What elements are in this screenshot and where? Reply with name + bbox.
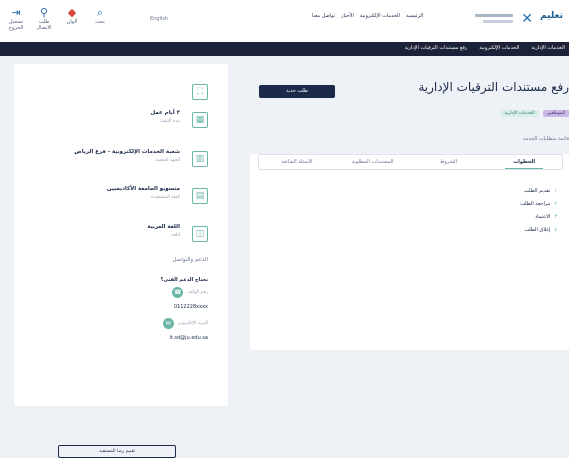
phone-row: رقم الهاتف ☎	[172, 287, 208, 298]
main-content: رفع مستندات الترقيات الإدارية طلب جديد ا…	[240, 64, 569, 406]
user-icon: ⚲	[39, 6, 49, 19]
qr-icon: ⛶	[192, 84, 208, 100]
breadcrumb-nav: الخدمات الإدارية الخدمات الإلكترونية رفع…	[0, 42, 569, 56]
logo-wordmark	[475, 14, 513, 17]
search-icon: ⌕	[96, 6, 104, 19]
steps-list: ١ تقديم الطلب ٢ مراجعة الطلب ٣ الاعتماد ٤ إغ…	[520, 188, 557, 240]
contact-heading: تحتاج الدعم الفني؟	[160, 277, 209, 283]
tab-faq[interactable]: الأسئلة الشائعة	[259, 155, 335, 169]
language-icon: ◫	[192, 226, 208, 242]
top-link-news[interactable]: الأخبار	[341, 13, 354, 19]
top-link-home[interactable]: الرئيسية	[406, 13, 423, 19]
contact-button[interactable]: ⚲ طلب الاتصال	[32, 6, 56, 31]
users-icon: ▤	[192, 188, 208, 204]
rate-service-button[interactable]: تقييم رضا المستفيد	[58, 445, 176, 458]
service-info-sidebar: ⛶ ▦ ٣ أيام عمل مدة التنفيذ ▥ شعبة الخدما…	[14, 64, 228, 458]
logo-text: تعليم	[540, 11, 563, 21]
badge-employees: الموظفين	[542, 110, 569, 117]
sidebar-item-duration: ▦ ٣ أيام عمل مدة التنفيذ	[38, 110, 208, 130]
category-badges: الموظفين الخدمات الإدارية	[500, 110, 569, 117]
list-item: ٣ الاعتماد	[534, 214, 557, 220]
search-button[interactable]: ⌕ بحث	[88, 6, 112, 31]
building-icon: ▥	[192, 151, 208, 167]
support-contact: تحتاج الدعم الفني؟ رقم الهاتف ☎ 0112228x…	[38, 277, 209, 341]
top-header: ⇥ تسجيل الخروج ⚲ طلب الاتصال ◆ ألوان ⌕ ب…	[0, 0, 569, 43]
list-item: ١ تقديم الطلب	[523, 188, 557, 194]
tab-conditions[interactable]: الشروط	[411, 155, 487, 169]
logout-button[interactable]: ⇥ تسجيل الخروج	[4, 6, 28, 31]
sidebar-item-department: ▥ شعبة الخدمات الإلكترونية - فرع الرياض …	[38, 149, 208, 169]
support-heading: الدعم والتواصل	[172, 257, 208, 263]
tab-steps[interactable]: الخطوات	[486, 155, 562, 169]
list-item: ٤ إغلاق الطلب	[524, 227, 557, 233]
sidebar-item-audience: ▤ منسوبو الجامعة الأكاديميين الفئة المست…	[38, 186, 208, 206]
brand-logo[interactable]: تعليم ✕	[445, 6, 563, 34]
service-details-card: الخطوات الشروط المستندات المطلوبة الأسئل…	[250, 154, 569, 350]
new-request-button[interactable]: طلب جديد	[259, 85, 335, 98]
top-links: الرئيسية الخدمات الإلكترونية الأخبار توا…	[312, 13, 423, 19]
language-switch[interactable]: English	[150, 16, 168, 22]
colors-button[interactable]: ◆ ألوان	[60, 6, 84, 31]
header-tools: ⇥ تسجيل الخروج ⚲ طلب الاتصال ◆ ألوان ⌕ ب…	[4, 6, 112, 31]
palette-icon: ◆	[67, 6, 77, 19]
calendar-icon: ▦	[192, 112, 208, 128]
nav-item-current[interactable]: رفع مستندات الترقيات الإدارية	[405, 45, 468, 51]
sidebar-item-language: ◫ اللغة العربية اللغة	[38, 224, 208, 244]
badge-admin-services: الخدمات الإدارية	[500, 110, 539, 117]
nav-item-eservices[interactable]: الخدمات الإلكترونية	[479, 45, 519, 51]
requirements-notice: قائمة متطلبات الخدمة	[523, 136, 569, 142]
logo-wordmark-sub	[483, 20, 513, 23]
email-address[interactable]: it.sd@ju.edu.sa	[38, 335, 208, 341]
tab-documents[interactable]: المستندات المطلوبة	[335, 155, 411, 169]
sidebar-item-qr: ⛶	[38, 82, 208, 102]
nav-item-admin[interactable]: الخدمات الإدارية	[531, 45, 565, 51]
list-item: ٢ مراجعة الطلب	[520, 201, 557, 207]
phone-number[interactable]: 0112228xxxx	[38, 304, 208, 310]
email-icon: ✉	[162, 318, 174, 329]
page-title: رفع مستندات الترقيات الإدارية	[418, 80, 569, 94]
phone-icon: ☎	[172, 287, 184, 298]
logo-mark-icon: ✕	[521, 11, 533, 27]
logout-icon: ⇥	[11, 6, 21, 19]
email-row: البريد الإلكتروني ✉	[38, 318, 208, 329]
top-link-eservices[interactable]: الخدمات الإلكترونية	[360, 13, 400, 19]
detail-tabs: الخطوات الشروط المستندات المطلوبة الأسئل…	[258, 154, 563, 170]
top-link-contact[interactable]: تواصل معنا	[312, 13, 335, 19]
